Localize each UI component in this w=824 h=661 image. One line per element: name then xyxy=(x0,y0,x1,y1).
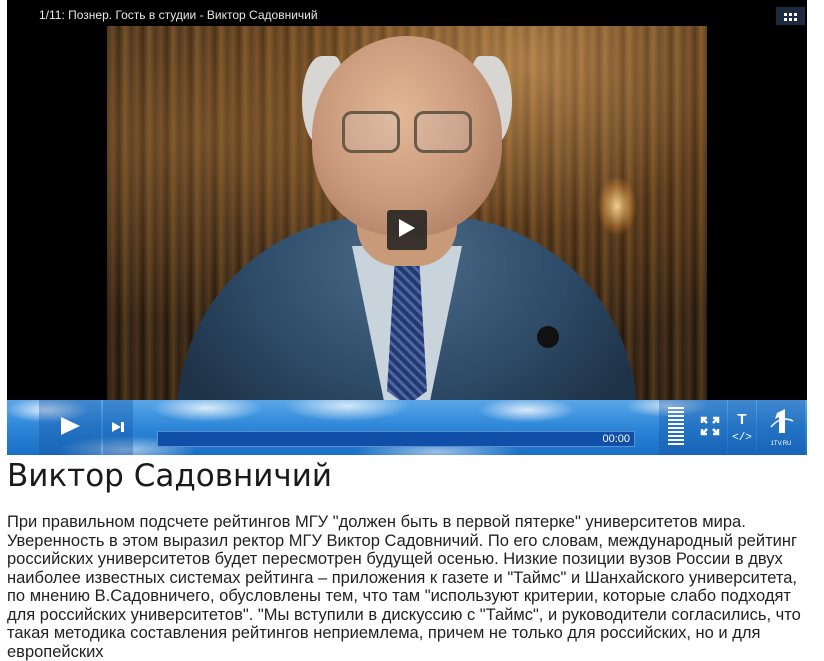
embed-button[interactable]: </> xyxy=(732,432,752,444)
play-icon xyxy=(59,415,81,441)
article-heading: Виктор Садовничий xyxy=(7,458,333,494)
text-embed-group: T </> xyxy=(728,400,756,455)
video-title: 1/11: Познер. Гость в студии - Виктор Са… xyxy=(39,8,318,22)
fullscreen-icon xyxy=(700,416,720,440)
play-overlay-button[interactable] xyxy=(387,210,427,250)
fullscreen-button[interactable] xyxy=(693,400,727,455)
video-player[interactable]: 1/11: Познер. Гость в студии - Виктор Са… xyxy=(7,0,807,455)
next-button[interactable] xyxy=(103,400,133,455)
play-icon xyxy=(398,218,416,242)
channel-one-logo xyxy=(767,408,795,439)
grid-icon xyxy=(783,7,798,26)
channel-logo-text: 1TV.RU xyxy=(770,440,792,447)
article-body: При правильном подсчете рейтингов МГУ "д… xyxy=(7,513,801,661)
volume-bars-icon xyxy=(668,406,684,449)
progress-bar[interactable]: 00:00 xyxy=(157,431,635,447)
video-frame[interactable]: 1/11: Познер. Гость в студии - Виктор Са… xyxy=(7,0,807,400)
channel-logo[interactable]: 1TV.RU xyxy=(757,400,805,455)
time-display: 00:00 xyxy=(602,433,630,445)
play-button[interactable] xyxy=(39,400,101,455)
video-title-bar: 1/11: Познер. Гость в студии - Виктор Са… xyxy=(7,0,807,30)
next-track-icon xyxy=(111,418,125,437)
text-button[interactable]: T xyxy=(737,412,746,427)
volume-control[interactable] xyxy=(659,400,693,455)
player-control-bar: 00:00 T </> 1TV.RU xyxy=(7,400,807,455)
playlist-grid-button[interactable] xyxy=(776,7,805,25)
